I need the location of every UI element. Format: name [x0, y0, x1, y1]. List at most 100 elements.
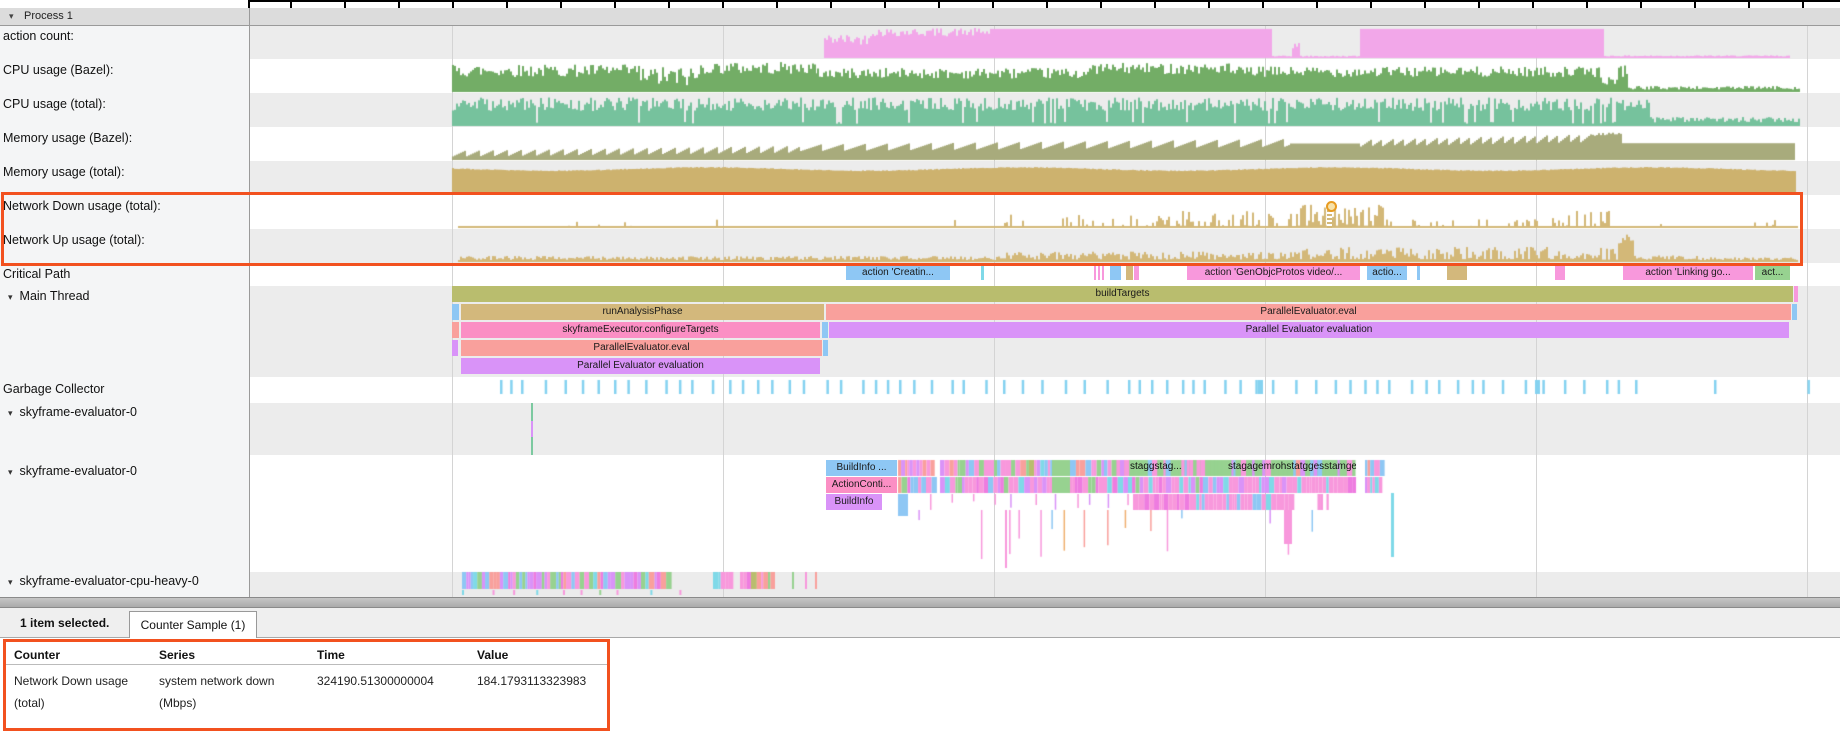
sidebar-track-label[interactable]: ▾ Main Thread [8, 289, 89, 303]
main-thread-slice[interactable] [452, 340, 458, 356]
critical-path-slice[interactable]: action 'GenObjcProtos video/... [1187, 265, 1360, 280]
critical-path-slice[interactable] [1098, 265, 1100, 280]
collapse-triangle-icon[interactable]: ▾ [9, 11, 14, 22]
expand-triangle-icon[interactable]: ▾ [8, 292, 13, 302]
main-thread-slice[interactable]: ParallelEvaluator.eval [826, 304, 1791, 320]
ruler-line [250, 0, 1840, 2]
table-cell: 184.1793113323983 [477, 670, 627, 692]
table-column-header[interactable]: Time [317, 648, 345, 662]
sidebar-track-label-text: CPU usage (total): [3, 97, 106, 111]
ruler-tick [398, 0, 400, 8]
critical-path-slice[interactable] [1134, 265, 1139, 280]
details-panel: 1 item selected. Counter Sample (1) Coun… [0, 608, 1840, 742]
sidebar-track-label-text: skyframe-evaluator-0 [20, 464, 137, 478]
ruler-tick [1262, 0, 1264, 8]
sidebar-track-label[interactable]: Network Up usage (total): [3, 233, 145, 247]
main-thread-slice[interactable] [452, 304, 459, 320]
skyframe-slice[interactable]: BuildInfo [826, 494, 882, 510]
sidebar-track-label[interactable]: Garbage Collector [3, 382, 104, 396]
main-thread-slice[interactable] [1794, 286, 1798, 302]
ruler-tick [344, 0, 346, 8]
skyframe-band-label: staggstag... [1130, 461, 1230, 472]
sidebar-track-label[interactable]: ▾ skyframe-evaluator-0 [8, 405, 137, 419]
critical-path-slice[interactable]: action 'Creatin... [846, 265, 950, 280]
ruler-tick [830, 0, 832, 8]
critical-path-slice[interactable]: action 'Linking go... [1623, 265, 1753, 280]
critical-path-slice[interactable] [1110, 265, 1121, 280]
ruler-tick [1478, 0, 1480, 8]
main-thread-slice[interactable]: ParallelEvaluator.eval [461, 340, 822, 356]
track-sidebar: action count: CPU usage (Bazel): CPU usage… [0, 26, 249, 597]
ruler-tick [1586, 0, 1588, 8]
expand-triangle-icon[interactable]: ▾ [8, 577, 13, 587]
sidebar-track-label[interactable]: Memory usage (total): [3, 165, 125, 179]
main-thread-slice[interactable] [823, 340, 828, 356]
process-label: Process 1 [24, 10, 73, 22]
critical-path-slice[interactable]: actio... [1367, 265, 1407, 280]
ruler-tick [992, 0, 994, 8]
main-thread-slice[interactable]: Parallel Evaluator evaluation [461, 358, 820, 374]
critical-path-slice[interactable] [1102, 265, 1104, 280]
sidebar-track-label[interactable]: Network Down usage (total): [3, 199, 161, 213]
sidebar-track-label-text: Network Up usage (total): [3, 233, 145, 247]
critical-path-slice[interactable] [981, 265, 984, 280]
main-thread-slice[interactable]: buildTargets [452, 286, 1793, 302]
sidebar-track-label[interactable]: Critical Path [3, 267, 70, 281]
critical-path-slice[interactable]: act... [1755, 265, 1790, 280]
tab-counter-sample[interactable]: Counter Sample (1) [129, 611, 257, 638]
ruler-tick [884, 0, 886, 8]
main-thread-slice[interactable] [1792, 304, 1797, 320]
table-cell: system network down (Mbps) [159, 670, 299, 714]
table-column-header[interactable]: Series [159, 648, 195, 662]
ruler-tick [1694, 0, 1696, 8]
selected-sample-marker[interactable] [1326, 201, 1337, 212]
critical-path-slice[interactable] [1094, 265, 1096, 280]
sidebar-track-label-text: action count: [3, 29, 74, 43]
expand-triangle-icon[interactable]: ▾ [8, 467, 13, 477]
ruler-tick [1748, 0, 1750, 8]
sidebar-track-label-text: skyframe-evaluator-0 [20, 405, 137, 419]
ruler-tick [1370, 0, 1372, 8]
ruler-tick [506, 0, 508, 8]
critical-path-slice[interactable] [1555, 265, 1565, 280]
ruler-tick [1640, 0, 1642, 8]
main-thread-slice[interactable]: skyframeExecutor.configureTargets [461, 322, 820, 338]
sidebar-track-label[interactable]: ▾skyframe-evaluator-cpu-heavy-0 [8, 574, 199, 588]
sidebar-track-label-text: Memory usage (Bazel): [3, 131, 132, 145]
process-group-header[interactable]: ▾ Process 1 [0, 8, 1840, 26]
skyframe-slice[interactable]: BuildInfo ... [826, 460, 897, 476]
skyframe-band-label: stagagemrohstatggesstamge.remot... [1228, 461, 1356, 472]
sidebar-track-label[interactable]: action count: [3, 29, 74, 43]
table-column-header[interactable]: Value [477, 648, 508, 662]
skyframe1-sliver[interactable] [531, 421, 533, 437]
sidebar-track-label[interactable]: CPU usage (total): [3, 97, 106, 111]
sidebar-track-label[interactable]: CPU usage (Bazel): [3, 63, 113, 77]
sidebar-track-label-text: Main Thread [20, 289, 90, 303]
critical-path-slice[interactable] [1417, 265, 1420, 280]
critical-path-slice[interactable] [1447, 265, 1467, 280]
ruler-tick [1424, 0, 1426, 8]
sidebar-track-label-text: Network Down usage (total): [3, 199, 161, 213]
main-thread-slice[interactable] [822, 322, 828, 338]
ruler-tick [1802, 0, 1804, 8]
main-thread-slice[interactable]: Parallel Evaluator evaluation [829, 322, 1789, 338]
main-thread-slice[interactable]: runAnalysisPhase [461, 304, 824, 320]
ruler-tick [1532, 0, 1534, 8]
ruler-tick [614, 0, 616, 8]
timeline-ruler[interactable] [0, 0, 1840, 8]
critical-path-slice[interactable] [1126, 265, 1133, 280]
selection-status: 1 item selected. [20, 616, 109, 630]
sidebar-track-label-text: Critical Path [3, 267, 70, 281]
ruler-tick [1208, 0, 1210, 8]
sidebar-divider [249, 8, 250, 597]
table-column-header[interactable]: Counter [14, 648, 60, 662]
table-cell: Network Down usage (total) [14, 670, 149, 714]
sidebar-track-label[interactable]: Memory usage (Bazel): [3, 131, 132, 145]
sidebar-track-label-text: Memory usage (total): [3, 165, 125, 179]
main-thread-slice[interactable] [452, 322, 459, 338]
ruler-tick [290, 0, 292, 8]
sidebar-track-label[interactable]: ▾ skyframe-evaluator-0 [8, 464, 137, 478]
expand-triangle-icon[interactable]: ▾ [8, 408, 13, 418]
skyframe-slice[interactable]: ActionConti... [826, 477, 897, 493]
panel-splitter[interactable] [0, 597, 1840, 608]
